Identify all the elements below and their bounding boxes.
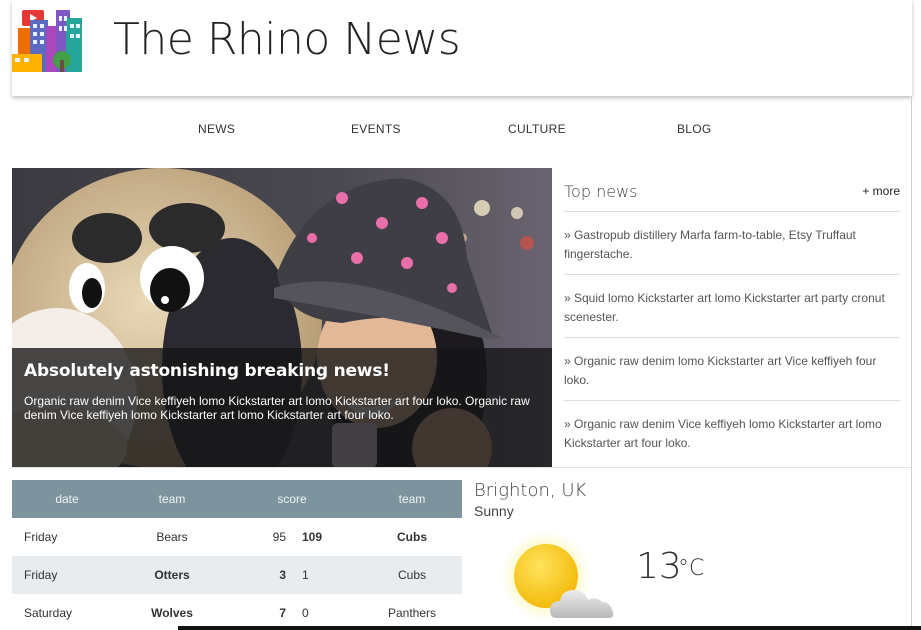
scores-table-header: date team score team bbox=[12, 480, 462, 518]
cell-score-away: 0 bbox=[302, 606, 309, 620]
bottom-bar bbox=[178, 626, 921, 630]
scores-table: date team score team Friday Bears 95 109… bbox=[12, 480, 462, 630]
column-header-score: score bbox=[277, 492, 307, 506]
nav-item-culture[interactable]: CULTURE bbox=[508, 122, 566, 136]
cell-team-away: Cubs bbox=[397, 530, 427, 544]
site-title[interactable]: The Rhino News bbox=[113, 14, 461, 65]
weather-temperature: 13 bbox=[636, 546, 682, 587]
featured-story-caption: Absolutely astonishing breaking news! Or… bbox=[12, 348, 552, 468]
table-row: Saturday Wolves 7 0 Panthers bbox=[12, 594, 462, 630]
table-row: Friday Bears 95 109 Cubs bbox=[12, 518, 462, 556]
top-news-item[interactable]: » Squid lomo Kickstarter art lomo Kickst… bbox=[564, 275, 900, 338]
column-header-team: team bbox=[398, 492, 426, 506]
cell-score-home: 3 bbox=[279, 568, 286, 582]
top-news-more-link[interactable]: + more bbox=[862, 184, 900, 198]
weather-city: Brighton, UK bbox=[474, 480, 587, 501]
scores-table-panel: date team score team Friday Bears 95 109… bbox=[12, 480, 462, 630]
cell-date: Saturday bbox=[24, 606, 73, 620]
cell-score-home: 7 bbox=[279, 606, 286, 620]
cell-score-home: 95 bbox=[272, 530, 286, 544]
top-news-header: Top news + more bbox=[564, 180, 900, 212]
cell-score-away: 1 bbox=[302, 568, 309, 582]
nav-item-blog[interactable]: BLOG bbox=[677, 122, 712, 136]
top-news-item[interactable]: » Organic raw denim lomo Kickstarter art… bbox=[564, 338, 900, 401]
top-news-item[interactable]: » Gastropub distillery Marfa farm-to-tab… bbox=[564, 212, 900, 275]
top-news-title: Top news bbox=[564, 182, 638, 201]
weather-unit: °C bbox=[678, 556, 705, 581]
cell-score-away: 109 bbox=[302, 530, 323, 544]
column-header-date: date bbox=[55, 492, 79, 506]
featured-story[interactable]: Absolutely astonishing breaking news! Or… bbox=[12, 168, 552, 468]
cell-team-home: Wolves bbox=[151, 606, 193, 620]
top-news-panel: Top news + more » Gastropub distillery M… bbox=[552, 168, 912, 468]
page-edge bbox=[911, 96, 912, 630]
city-buildings-logo-icon[interactable] bbox=[12, 4, 86, 76]
nav-item-news[interactable]: NEWS bbox=[198, 122, 235, 136]
top-news-item[interactable]: » Organic raw denim Vice keffiyeh lomo K… bbox=[564, 401, 900, 464]
table-row: Friday Otters 3 1 Cubs bbox=[12, 556, 462, 594]
main-nav: NEWS EVENTS CULTURE BLOG bbox=[0, 122, 921, 142]
featured-story-summary: Organic raw denim Vice keffiyeh lomo Kic… bbox=[24, 394, 530, 422]
site-header: The Rhino News bbox=[12, 0, 912, 96]
nav-item-events[interactable]: EVENTS bbox=[351, 122, 401, 136]
cell-team-home: Bears bbox=[156, 530, 188, 544]
cell-date: Friday bbox=[24, 530, 58, 544]
column-header-team: team bbox=[158, 492, 186, 506]
cell-team-home: Otters bbox=[154, 568, 190, 582]
cell-team-away: Panthers bbox=[387, 606, 437, 620]
weather-widget: Brighton, UK Sunny 13 °C bbox=[462, 468, 912, 630]
sun-cloud-icon bbox=[499, 530, 614, 623]
cell-team-away: Cubs bbox=[397, 568, 426, 582]
cell-date: Friday bbox=[24, 568, 58, 582]
weather-condition: Sunny bbox=[474, 503, 514, 519]
featured-story-title[interactable]: Absolutely astonishing breaking news! bbox=[24, 360, 540, 382]
